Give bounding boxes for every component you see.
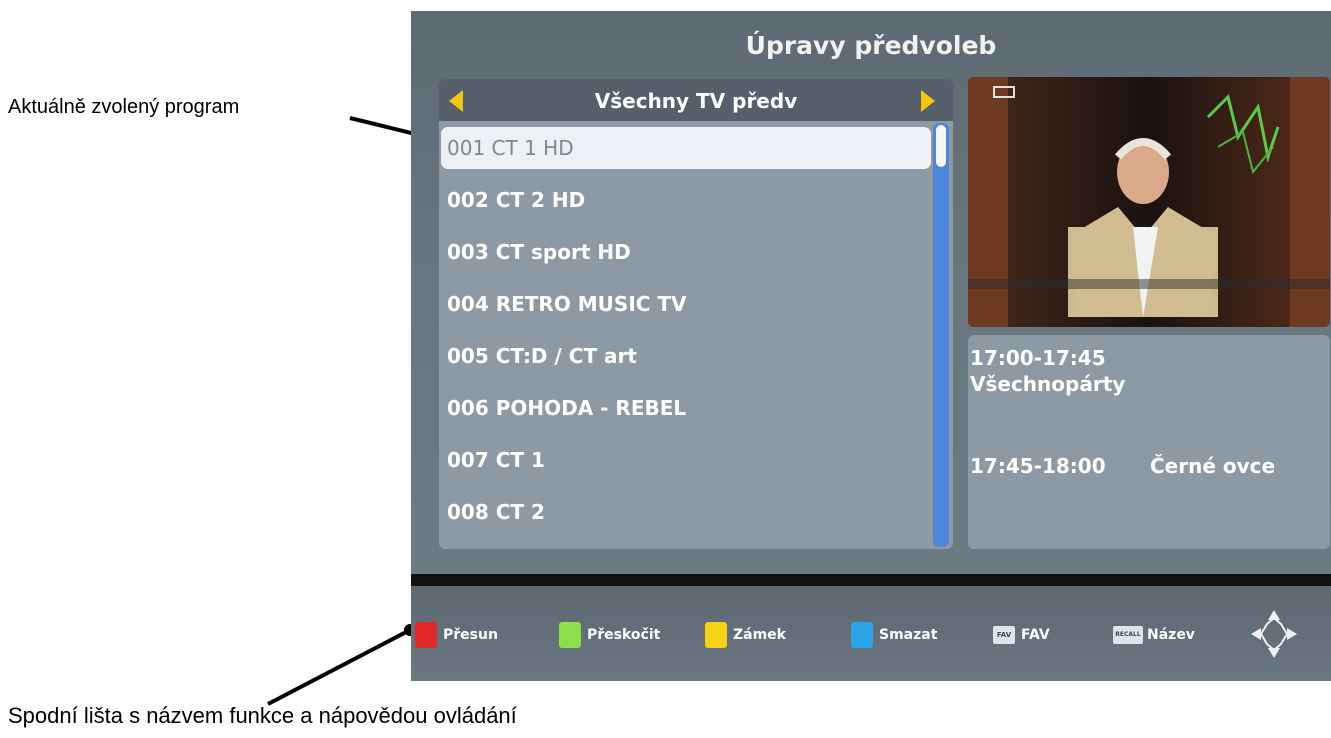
key-skip-label: Přeskočit <box>587 627 661 643</box>
channel-row[interactable]: 001 CT 1 HD <box>441 127 931 169</box>
key-delete-label: Smazat <box>879 627 938 643</box>
bottom-help-bar: Přesun Přeskočit Zámek Smazat FAV FAV RE… <box>411 586 1331 681</box>
page-title: Úpravy předvoleb <box>745 31 997 60</box>
channel-row[interactable]: 003 CT sport HD <box>441 231 931 273</box>
arrow-left-icon[interactable] <box>449 90 463 112</box>
channel-row[interactable]: 008 CT 2 <box>441 491 931 533</box>
preview-image <box>968 77 1330 327</box>
channel-row[interactable]: 002 CT 2 HD <box>441 179 931 221</box>
yellow-key-icon <box>705 622 727 648</box>
video-preview <box>968 77 1330 327</box>
epg-next-title: Černé ovce <box>1150 454 1276 478</box>
channel-row[interactable]: 006 POHODA - REBEL <box>441 387 931 429</box>
pointer-line-bottom <box>267 628 411 706</box>
blue-key-icon <box>851 622 873 648</box>
key-lock-label: Zámek <box>733 627 786 643</box>
arrow-right-icon[interactable] <box>921 90 935 112</box>
channel-row[interactable]: 007 CT 1 <box>441 439 931 481</box>
recall-key-icon: RECALL <box>1113 626 1143 644</box>
dpad-icon <box>1251 610 1297 658</box>
list-header-label: Všechny TV předv <box>594 89 798 113</box>
key-fav-label: FAV <box>1021 627 1050 643</box>
channel-row[interactable]: 004 RETRO MUSIC TV <box>441 283 931 325</box>
epg-info-panel: 17:00-17:45 Všechnopárty 17:45-18:00 Čer… <box>968 335 1330 549</box>
channel-row[interactable]: 005 CT:D / CT art <box>441 335 931 377</box>
list-header: Všechny TV předv <box>439 79 953 121</box>
list-scrollbar[interactable] <box>933 123 949 547</box>
epg-next-time: 17:45-18:00 <box>970 454 1106 478</box>
green-key-icon <box>559 622 581 648</box>
annotation-selected-program: Aktuálně zvolený program <box>8 96 240 118</box>
tv-screen: Úpravy předvoleb Všechny TV předv 001 CT… <box>411 11 1331 681</box>
divider <box>411 574 1331 586</box>
epg-now-time: 17:00-17:45 <box>970 346 1106 370</box>
key-move-label: Přesun <box>443 627 498 643</box>
annotation-bottom-bar: Spodní lišta s názvem funkce a nápovědou… <box>8 703 517 728</box>
channel-list-panel: Všechny TV předv 001 CT 1 HD 002 CT 2 HD… <box>439 79 953 549</box>
red-key-icon <box>415 622 437 648</box>
scrollbar-thumb[interactable] <box>936 125 946 167</box>
fav-key-icon: FAV <box>993 626 1015 644</box>
key-rename-label: Název <box>1147 627 1195 643</box>
epg-now-title: Všechnopárty <box>970 372 1126 396</box>
